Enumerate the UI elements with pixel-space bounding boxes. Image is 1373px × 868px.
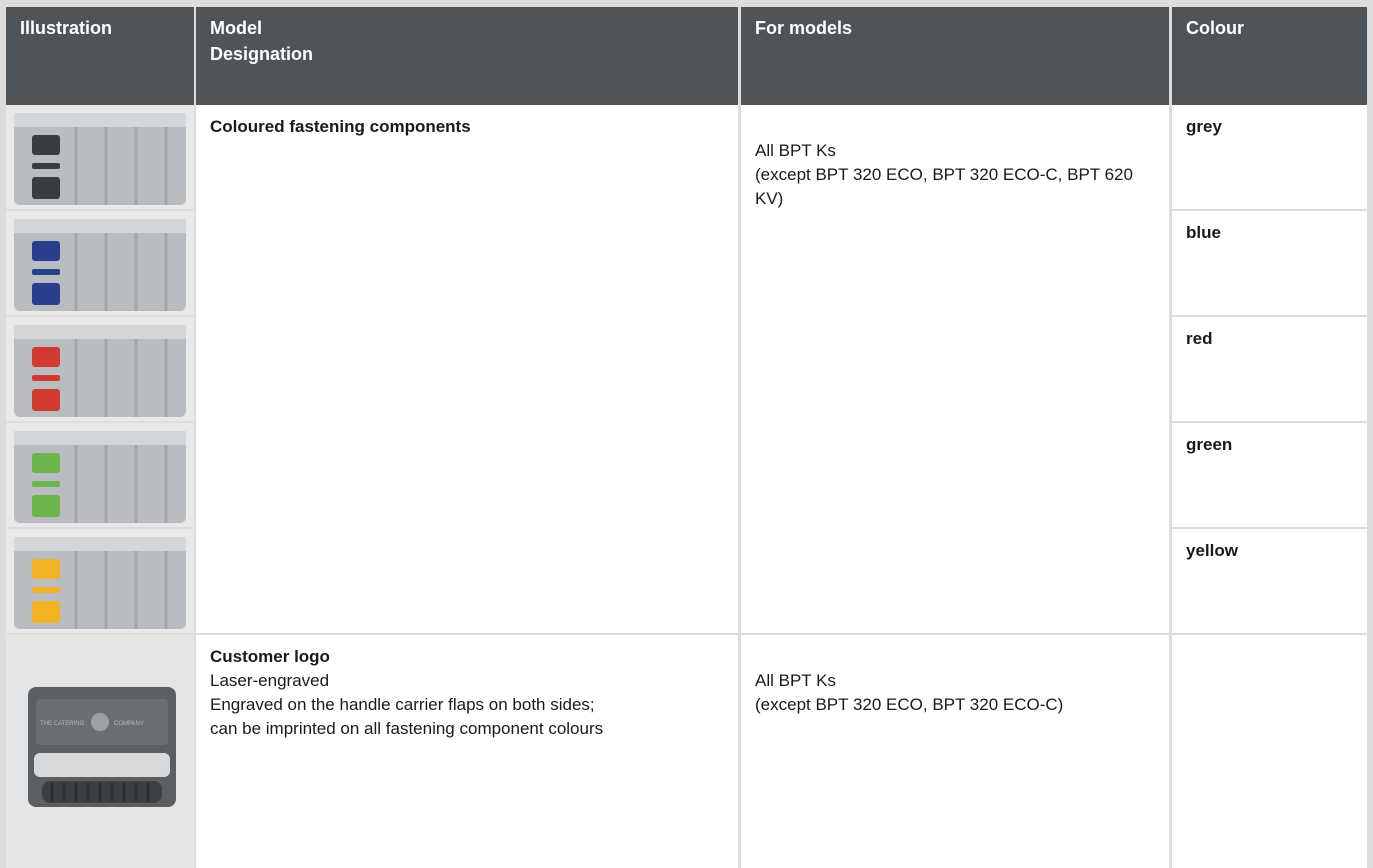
header-illustration-label: Illustration [20,18,113,38]
colour-cell-yellow: yellow [1172,529,1367,633]
row-customer-logo-cell: Customer logo Laser-engraved Engraved on… [196,635,738,868]
food-carrier-yellow-icon [6,529,194,633]
row-customer-logo-line-2: Engraved on the handle carrier flaps on … [210,695,595,714]
logo-text-left: THE CATERING [40,721,85,727]
header-model-designation: Model Designation [196,7,738,105]
header-colour: Colour [1172,7,1367,105]
food-carrier-green-icon [6,423,194,527]
row-coloured-fastening-models-cell: All BPT Ks (except BPT 320 ECO, BPT 320 … [741,105,1169,633]
colour-label-green: green [1186,435,1233,454]
row-customer-logo-models: All BPT Ks (except BPT 320 ECO, BPT 320 … [755,671,1064,714]
colour-label-blue: blue [1186,223,1221,242]
row-coloured-fastening-models: All BPT Ks (except BPT 320 ECO, BPT 320 … [755,141,1133,208]
colour-label-grey: grey [1186,117,1222,136]
engraved-handle-logo-icon: THE CATERING COMPANY [6,635,194,868]
colour-label-red: red [1186,329,1213,348]
logo-text-right: COMPANY [114,721,144,727]
colour-cell-red: red [1172,317,1367,421]
food-carrier-red-icon [6,317,194,421]
colour-label-yellow: yellow [1186,541,1238,560]
header-for-models-label: For models [755,18,853,38]
header-illustration: Illustration [6,7,194,105]
row-coloured-fastening-title: Coloured fastening components [210,117,471,136]
colour-cell-grey: grey [1172,105,1367,209]
row-coloured-fastening-title-cell: Coloured fastening components [196,105,738,633]
food-carrier-grey-icon [6,105,194,209]
accessories-table: Illustration Model Designation For model… [6,7,1367,868]
colour-cell-green: green [1172,423,1367,527]
row-customer-logo-models-cell: All BPT Ks (except BPT 320 ECO, BPT 320 … [741,635,1169,868]
row-customer-logo-line-1: Laser-engraved [210,671,330,690]
header-for-models: For models [741,7,1169,105]
row-customer-logo-line-3: can be imprinted on all fastening compon… [210,719,604,738]
food-carrier-blue-icon [6,211,194,315]
header-colour-label: Colour [1186,18,1244,38]
row-customer-logo-title: Customer logo [210,647,330,666]
row-customer-logo-colour-cell [1172,635,1367,868]
colour-cell-blue: blue [1172,211,1367,315]
header-model-designation-label: Model Designation [210,18,314,64]
